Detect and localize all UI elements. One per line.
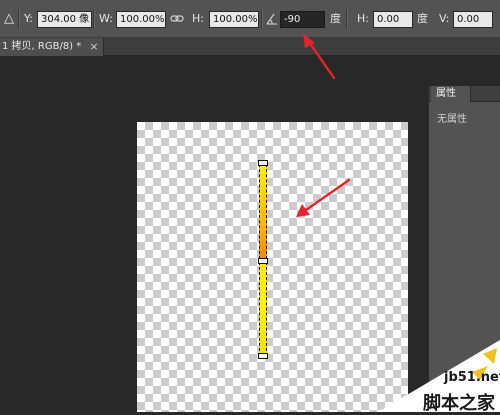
watermark-logo <box>378 340 500 412</box>
watermark-site: jb51.net <box>444 370 500 385</box>
watermark-name: 脚本之家 <box>423 393 495 414</box>
